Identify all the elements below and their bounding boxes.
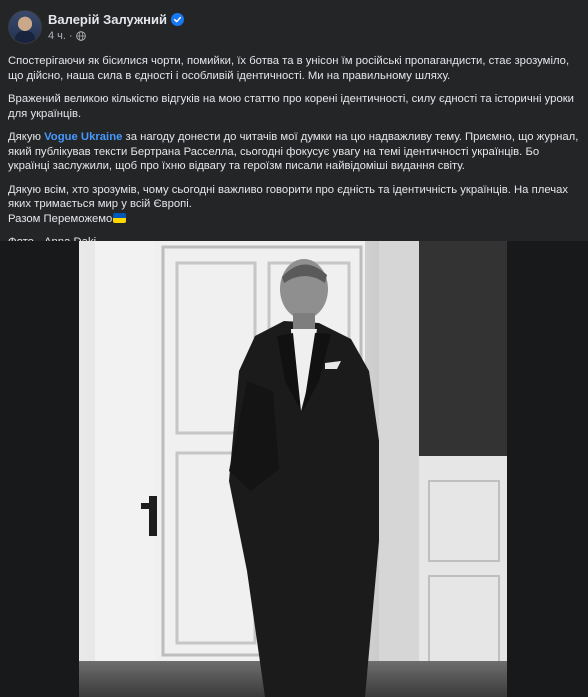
avatar-figure [15,31,35,43]
author-name[interactable]: Валерій Залужний [48,12,167,27]
post-text: Спостерігаючи як бісилися чорти, помийки… [8,54,580,259]
post-header: Валерій Залужний 4 ч. · [8,8,578,48]
paragraph-3-lead: Дякую [8,131,45,143]
author-name-row: Валерій Залужний [48,12,184,27]
post-paragraph-1: Спостерігаючи як бісилися чорти, помийки… [8,55,570,82]
post-paragraph-3: Дякую Vogue Ukraine за нагоду донести до… [8,130,580,174]
paragraph-4-line-2: Разом Переможемо [8,212,113,225]
post-timestamp[interactable]: 4 ч. [48,30,66,42]
post-photo[interactable] [79,241,507,697]
globe-icon [75,31,86,41]
facebook-post: Валерій Залужний 4 ч. · Спостерігаючи як… [0,0,588,697]
post-meta: 4 ч. · [48,30,86,42]
post-paragraph-4: Дякую всім, хто зрозумів, чому сьогодні … [8,183,580,227]
ukraine-flag-icon [113,212,127,223]
post-paragraph-2: Вражений великою кількістю відгуків на м… [8,93,574,120]
meta-separator: · [68,30,73,42]
paragraph-4-line-1: Дякую всім, хто зрозумів, чому сьогодні … [8,183,569,211]
photo-illustration [79,241,507,697]
author-avatar[interactable] [8,10,42,44]
verified-badge-icon [171,13,184,26]
vogue-ukraine-link[interactable]: Vogue Ukraine [44,131,122,143]
post-photo-container [0,241,588,697]
